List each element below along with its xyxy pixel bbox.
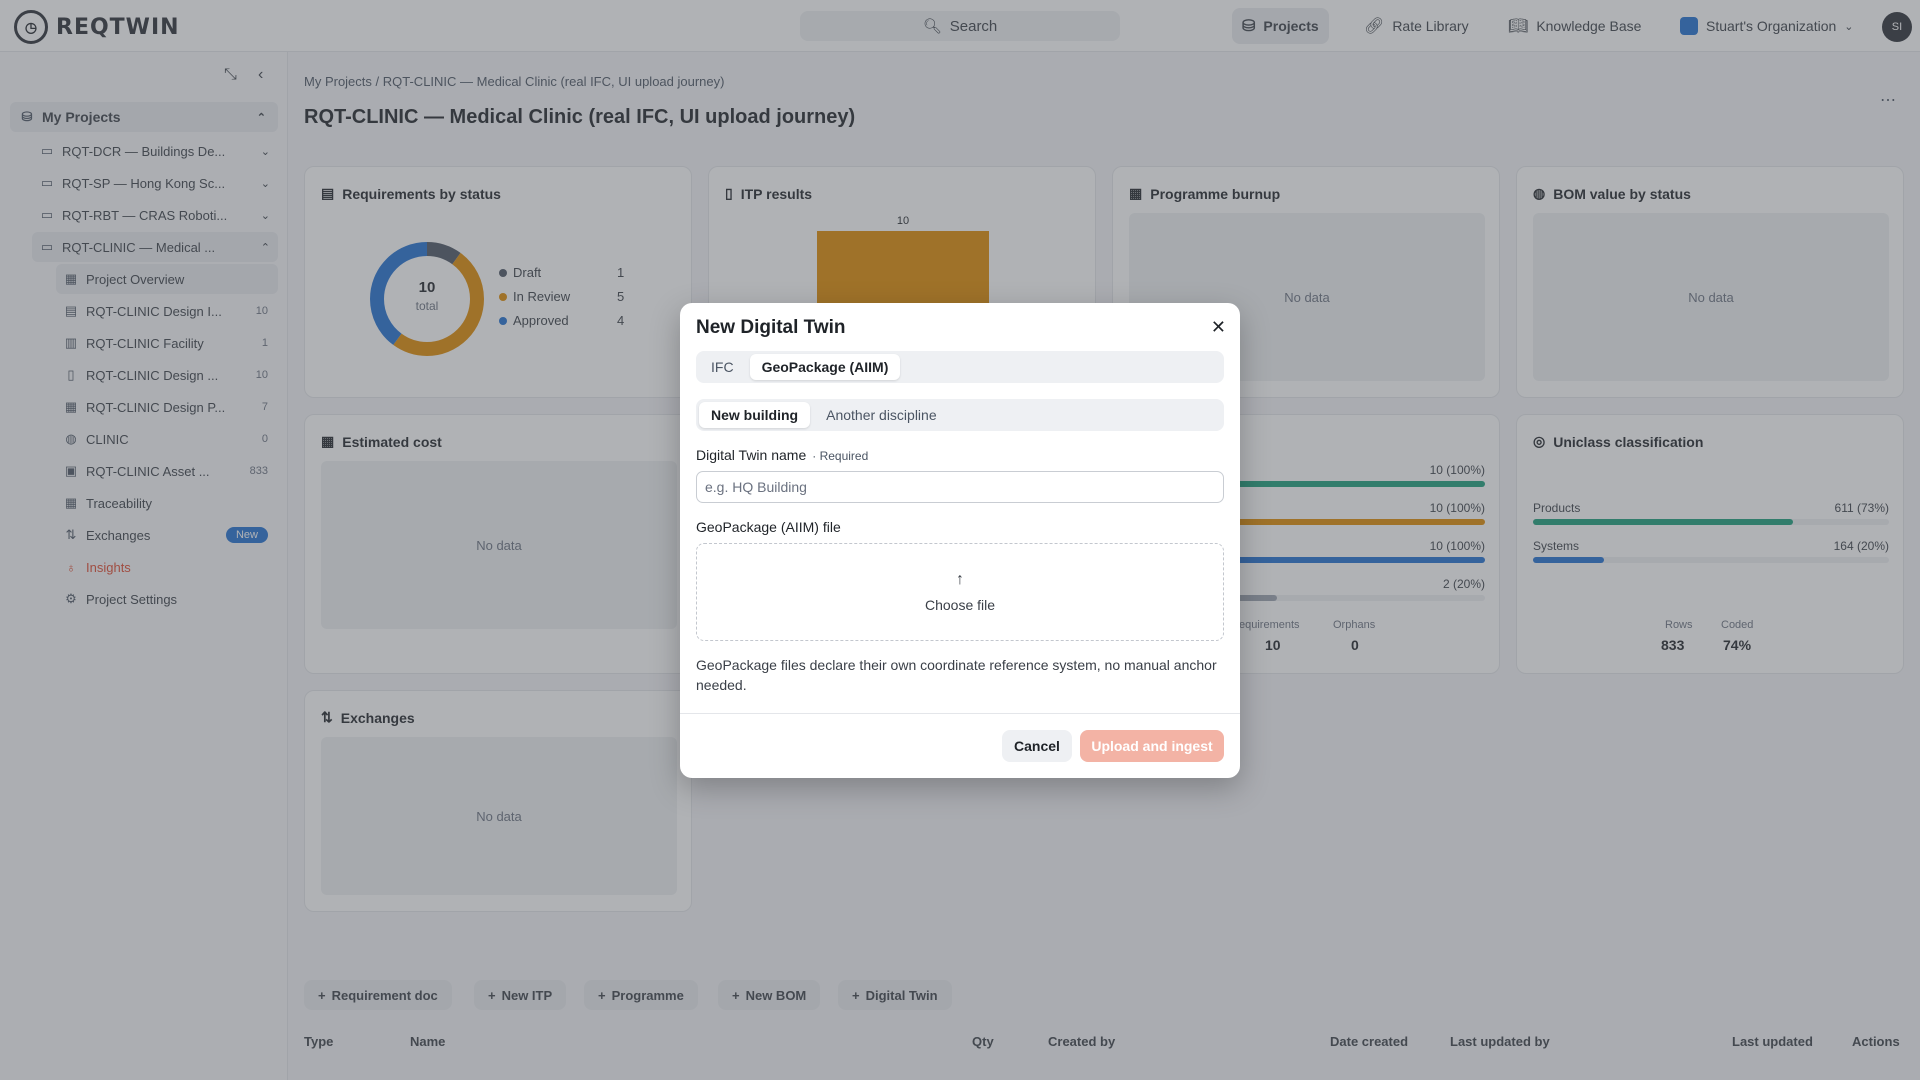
choose-file-label: Choose file <box>924 597 996 613</box>
tab-new-building[interactable]: New building <box>699 402 811 428</box>
footer-divider <box>680 713 1240 714</box>
tab-another-discipline[interactable]: Another discipline <box>814 402 949 428</box>
file-field-label: GeoPackage (AIIM) file <box>696 519 841 535</box>
upload-arrow-icon: ↑ <box>956 571 964 588</box>
mode-tabs: New building Another discipline <box>696 399 1224 431</box>
dialog-title: New Digital Twin <box>696 317 846 338</box>
tab-geopackage[interactable]: GeoPackage (AIIM) <box>749 354 901 380</box>
format-tabs: IFC GeoPackage (AIIM) <box>696 351 1224 383</box>
file-dropzone[interactable]: ↑ Choose file <box>696 543 1224 641</box>
close-icon[interactable]: ✕ <box>1211 317 1226 338</box>
required-marker: · Required <box>812 449 869 463</box>
name-field-label: Digital Twin name · Required <box>696 447 868 463</box>
upload-and-ingest-button[interactable]: Upload and ingest <box>1080 730 1224 762</box>
name-label-text: Digital Twin name <box>696 447 807 463</box>
cancel-button[interactable]: Cancel <box>1002 730 1072 762</box>
digital-twin-name-input[interactable] <box>696 471 1224 503</box>
new-digital-twin-dialog: New Digital Twin ✕ IFC GeoPackage (AIIM)… <box>680 303 1240 778</box>
tab-ifc[interactable]: IFC <box>699 354 746 380</box>
help-text: GeoPackage files declare their own coord… <box>696 657 1217 693</box>
